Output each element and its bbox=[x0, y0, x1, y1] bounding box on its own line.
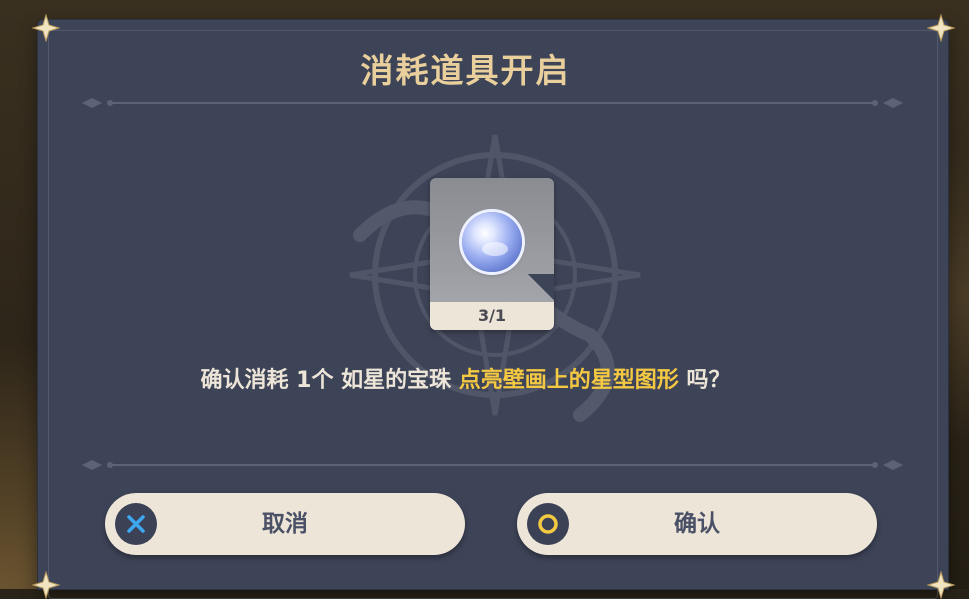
message-highlight: 点亮壁画上的星型图形 bbox=[458, 368, 679, 393]
corner-ornament-icon bbox=[32, 571, 60, 599]
dialog-title: 消耗道具开启 bbox=[360, 51, 571, 90]
item-count: 3/1 bbox=[430, 302, 554, 330]
message-prefix: 确认消耗 1个 如星的宝珠 bbox=[200, 368, 459, 393]
confirm-button[interactable]: 确认 bbox=[517, 493, 877, 555]
footer-divider bbox=[80, 458, 905, 472]
message-suffix: 吗？ bbox=[678, 368, 731, 393]
cancel-button[interactable]: 取消 bbox=[105, 493, 465, 555]
corner-ornament-icon bbox=[32, 14, 60, 42]
confirm-button-label: 确认 bbox=[674, 511, 720, 537]
corner-ornament-icon bbox=[927, 571, 955, 599]
blue-orb-icon bbox=[462, 212, 522, 272]
cancel-button-label: 取消 bbox=[262, 511, 308, 537]
item-card: 3/1 bbox=[430, 178, 554, 330]
title-divider bbox=[80, 96, 905, 110]
corner-ornament-icon bbox=[927, 14, 955, 42]
confirm-message: 确认消耗 1个 如星的宝珠 点亮壁画上的星型图形 吗？ bbox=[0, 362, 969, 394]
